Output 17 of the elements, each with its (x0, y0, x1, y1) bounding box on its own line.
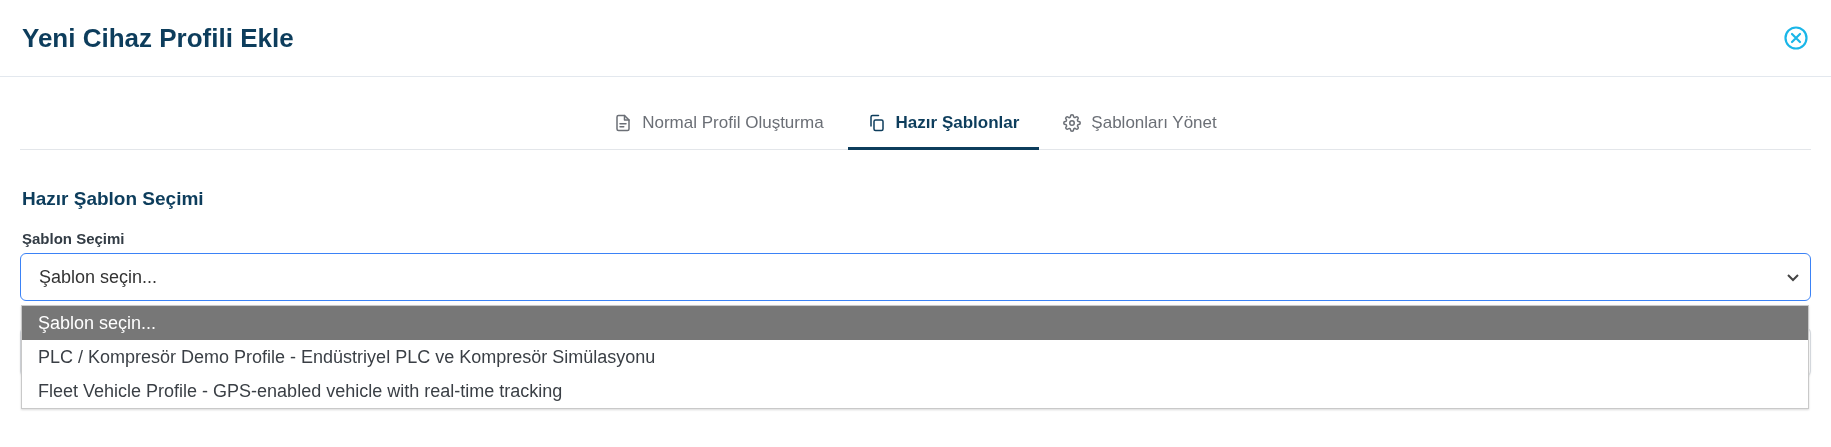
tab[interactable]: Hazır Şablonlar (847, 101, 1040, 150)
close-button[interactable] (1783, 25, 1809, 51)
dropdown-option[interactable]: Fleet Vehicle Profile - GPS-enabled vehicle with real-time tracking (22, 374, 1808, 408)
dialog-title: Yeni Cihaz Profili Ekle (22, 22, 294, 54)
tab-label: Şablonları Yönet (1091, 113, 1217, 133)
settings-icon (1063, 114, 1082, 132)
template-select[interactable]: Şablon seçin... (20, 253, 1811, 301)
copy-icon (867, 114, 886, 132)
tab[interactable]: Şablonları Yönet (1043, 101, 1237, 150)
tab[interactable]: Normal Profil Oluşturma (594, 101, 844, 150)
field-label: Şablon Seçimi (22, 230, 126, 247)
section-title: Hazır Şablon Seçimi (22, 188, 205, 210)
document-icon (614, 114, 633, 132)
tab-label: Hazır Şablonlar (895, 113, 1020, 133)
dropdown-option[interactable]: Şablon seçin... (22, 306, 1808, 340)
tab-label: Normal Profil Oluşturma (642, 113, 824, 133)
dropdown-option[interactable]: PLC / Kompresör Demo Profile - Endüstriyel PLC ve Kompresör Simülasyonu (22, 340, 1808, 374)
